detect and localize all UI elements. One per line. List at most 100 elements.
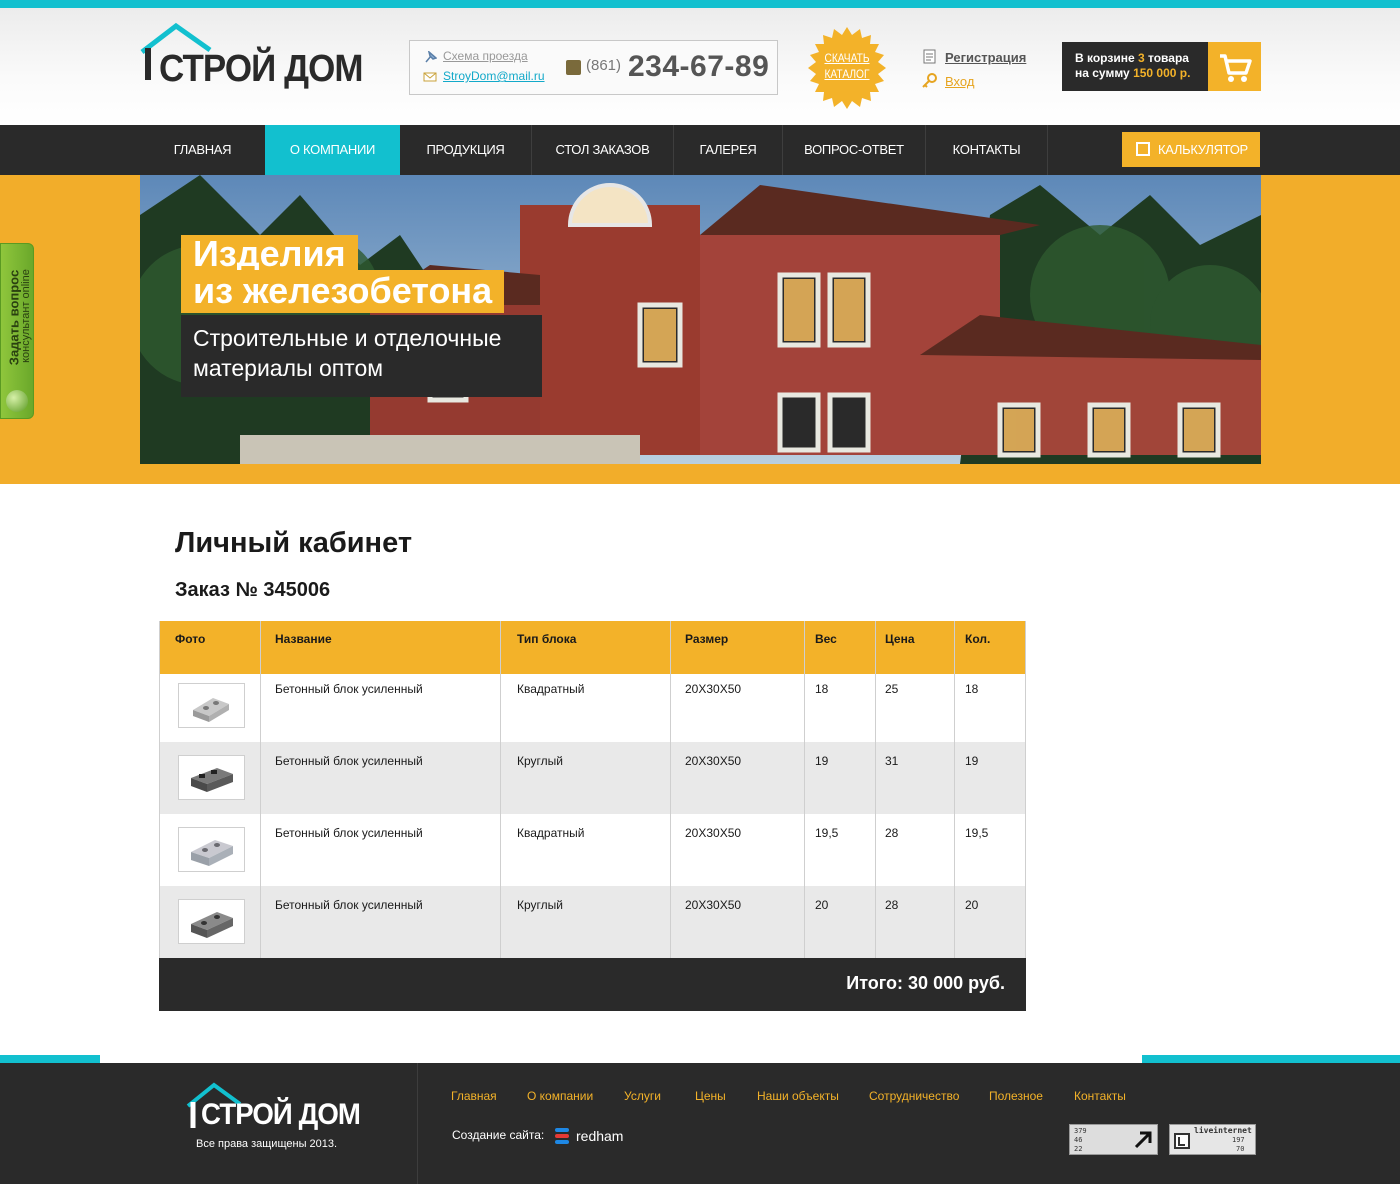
nav-item-about[interactable]: О КОМПАНИИ (265, 125, 400, 175)
cart-count: 3 (1137, 51, 1145, 65)
concrete-block-image (191, 768, 233, 792)
logo-text: СТРОЙ ДОМ (159, 48, 363, 90)
footer-link-services[interactable]: Услуги (624, 1089, 661, 1103)
globe-icon (6, 390, 28, 412)
column-divider (670, 621, 671, 958)
block-price: 25 (885, 682, 899, 696)
footer-link-about[interactable]: О компании (527, 1089, 593, 1103)
nav-item-contacts[interactable]: КОНТАКТЫ (926, 125, 1047, 175)
liveinternet-counter[interactable]: liveinternet 197 70 (1169, 1124, 1256, 1155)
top-accent-stripe (0, 0, 1400, 8)
phone-icon (566, 60, 581, 75)
table-border (159, 621, 160, 958)
block-type: Круглый (517, 754, 563, 768)
product-thumbnail[interactable] (178, 827, 245, 872)
block-qty: 19 (965, 754, 979, 768)
ask-question-tab[interactable]: Задать вопрос консультант online (0, 243, 34, 419)
logo[interactable]: СТРОЙ ДОМ (140, 22, 380, 92)
nav-item-products[interactable]: ПРОДУКЦИЯ (400, 125, 531, 175)
route-map-link[interactable]: Схема проезда (443, 49, 528, 63)
footer-link-partnership[interactable]: Сотрудничество (869, 1089, 959, 1103)
cart-button[interactable] (1208, 42, 1261, 91)
table-header: Фото Название Тип блока Размер Вес Цена … (159, 621, 1026, 674)
footer-link-home[interactable]: Главная (451, 1089, 497, 1103)
cart-line-1: В корзине 3 товара (1075, 51, 1189, 65)
product-thumbnail[interactable] (178, 899, 245, 944)
phone-code: (861) (586, 57, 622, 74)
download-catalog-label: СКАЧАТЬ КАТАЛОГ (824, 51, 870, 81)
block-size: 20Х30Х50 (685, 754, 742, 768)
block-qty: 19,5 (965, 826, 989, 840)
banner-subtitle-line-2: материалы оптом (193, 355, 384, 381)
block-size: 20Х30Х50 (685, 826, 742, 840)
column-divider (804, 621, 805, 958)
product-thumbnail[interactable] (178, 755, 245, 800)
download-catalog-badge[interactable]: СКАЧАТЬ КАТАЛОГ (806, 27, 888, 109)
nav-divider (1047, 125, 1048, 175)
column-divider (260, 621, 261, 958)
product-name: Бетонный блок усиленный (275, 754, 423, 768)
block-price: 28 (885, 898, 899, 912)
redham-link[interactable]: redham (576, 1128, 623, 1144)
calculator-button[interactable]: КАЛЬКУЛЯТОР (1122, 132, 1260, 167)
column-divider (954, 621, 955, 958)
redham-logo-icon (555, 1128, 569, 1144)
block-weight: 19 (815, 754, 829, 768)
nav-item-home[interactable]: ГЛАВНАЯ (140, 125, 265, 175)
hero-banner: Изделия из железобетона Строительные и о… (140, 175, 1261, 464)
column-header-price: Цена (885, 632, 915, 646)
visitor-counter[interactable]: 379 46 22 (1069, 1124, 1158, 1155)
footer-logo-text: СТРОЙ ДОМ (201, 1098, 361, 1131)
login-link[interactable]: Вход (945, 74, 974, 89)
footer-logo[interactable]: СТРОЙ ДОМ (186, 1082, 366, 1132)
banner-subtitle: Строительные и отделочные материалы опто… (181, 315, 542, 397)
phone-number: 234-67-89 (628, 50, 770, 83)
block-type: Квадратный (517, 826, 585, 840)
document-icon (923, 49, 936, 64)
product-thumbnail[interactable] (178, 683, 245, 728)
main-nav: ГЛАВНАЯ О КОМПАНИИ ПРОДУКЦИЯ СТОЛ ЗАКАЗО… (0, 125, 1400, 175)
block-size: 20Х30Х50 (685, 898, 742, 912)
table-footer: Итого: 30 000 руб. (159, 958, 1026, 1011)
footer-link-contacts[interactable]: Контакты (1074, 1089, 1126, 1103)
concrete-block-image (191, 912, 233, 938)
banner-title-line-2: из железобетона (181, 270, 505, 313)
nav-item-faq[interactable]: ВОПРОС-ОТВЕТ (783, 125, 925, 175)
column-header-qty: Кол. (965, 632, 991, 646)
page-title: Личный кабинет (175, 527, 413, 559)
concrete-block-image (191, 840, 233, 866)
column-header-name: Название (275, 632, 332, 646)
footer-divider (417, 1063, 418, 1184)
pin-icon (425, 51, 437, 63)
order-total: Итого: 30 000 руб. (846, 973, 1005, 993)
block-price: 31 (885, 754, 899, 768)
cart-sum: 150 000 р. (1133, 66, 1191, 80)
block-weight: 20 (815, 898, 829, 912)
column-divider (500, 621, 501, 958)
register-link[interactable]: Регистрация (945, 50, 1026, 65)
calculator-icon (1136, 142, 1150, 156)
nav-item-orders[interactable]: СТОЛ ЗАКАЗОВ (532, 125, 673, 175)
block-weight: 18 (815, 682, 829, 696)
footer-link-prices[interactable]: Цены (695, 1089, 726, 1103)
copyright: Все права защищены 2013. (196, 1138, 338, 1150)
arrow-up-right-icon (1134, 1131, 1152, 1149)
block-size: 20Х30Х50 (685, 682, 742, 696)
email-link[interactable]: StroyDom@mail.ru (443, 69, 545, 83)
cart-summary[interactable]: В корзине 3 товара на сумму 150 000 р. (1062, 42, 1208, 91)
table-border (1025, 621, 1026, 958)
column-divider (875, 621, 876, 958)
product-name: Бетонный блок усиленный (275, 898, 423, 912)
product-name: Бетонный блок усиленный (275, 682, 423, 696)
footer-link-useful[interactable]: Полезное (989, 1089, 1043, 1103)
nav-item-gallery[interactable]: ГАЛЕРЕЯ (674, 125, 782, 175)
table-row: Бетонный блок усиленный Квадратный 20Х30… (159, 674, 1026, 746)
column-header-photo: Фото (175, 632, 206, 646)
footer-link-projects[interactable]: Наши объекты (757, 1089, 839, 1103)
block-weight: 19,5 (815, 826, 839, 840)
envelope-icon (423, 72, 437, 82)
block-qty: 18 (965, 682, 979, 696)
concrete-block-image (193, 698, 229, 722)
cart-line-2: на сумму 150 000 р. (1075, 66, 1191, 80)
key-icon (922, 73, 937, 88)
